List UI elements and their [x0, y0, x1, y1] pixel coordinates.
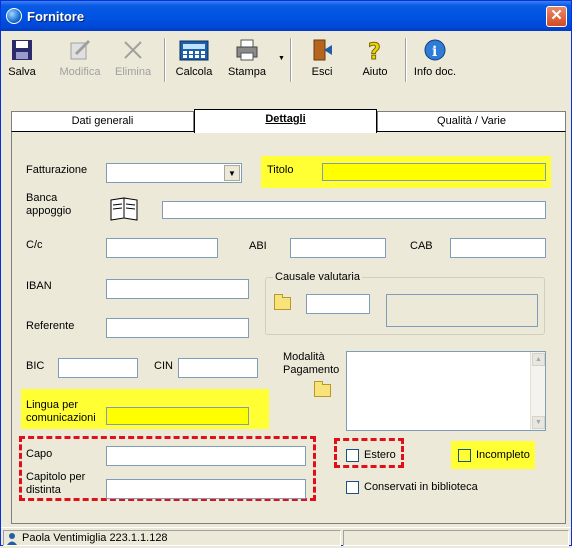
capo-label: Capo — [26, 448, 53, 460]
referente-label: Referente — [26, 320, 75, 332]
stampa-button[interactable]: Stampa — [227, 38, 267, 78]
cc-input[interactable] — [106, 238, 218, 258]
calcola-button[interactable]: Calcola — [174, 38, 214, 78]
toolbar-separator — [290, 38, 292, 82]
status-user-cell: Paola Ventimiglia 223.1.1.128 — [3, 530, 341, 546]
calculator-icon — [179, 38, 209, 62]
tab-qualita-varie[interactable]: Qualità / Varie — [377, 111, 566, 131]
folder-icon[interactable] — [274, 294, 291, 310]
status-empty-cell — [343, 530, 569, 546]
cab-input[interactable] — [450, 238, 546, 258]
tab-dettagli[interactable]: Dettagli — [194, 109, 377, 133]
vertical-scrollbar[interactable]: ▲ ▼ — [530, 352, 545, 430]
app-globe-icon — [6, 8, 22, 24]
elimina-label: Elimina — [115, 66, 152, 78]
incompleto-checkbox[interactable] — [458, 449, 471, 462]
book-icon[interactable] — [109, 196, 139, 221]
scroll-down-icon[interactable]: ▼ — [532, 416, 545, 429]
iban-input[interactable] — [106, 279, 249, 299]
svg-text:i: i — [432, 44, 437, 60]
titolo-label: Titolo — [267, 164, 294, 176]
elimina-button[interactable]: Elimina — [115, 38, 151, 78]
title-bar: Fornitore ✕ — [1, 1, 571, 31]
esci-button[interactable]: Esci — [307, 38, 337, 78]
referente-input[interactable] — [106, 318, 249, 338]
exit-door-icon — [310, 38, 334, 62]
modifica-label: Modifica — [59, 66, 101, 78]
cc-label: C/c — [26, 239, 43, 251]
toolbar-separator — [164, 38, 166, 82]
info-doc-button[interactable]: i Info doc. — [412, 38, 458, 78]
fornitore-window: Fornitore ✕ Salva Modifica Elimina Calco… — [0, 0, 572, 546]
cin-label: CIN — [154, 360, 173, 372]
info-label: Info doc. — [413, 66, 457, 78]
aiuto-label: Aiuto — [362, 66, 388, 78]
stampa-label: Stampa — [228, 66, 266, 78]
printer-icon — [235, 38, 259, 62]
salva-label: Salva — [8, 66, 36, 78]
toolbar: Salva Modifica Elimina Calcola Stampa ▼ … — [1, 32, 571, 92]
iban-label: IBAN — [26, 280, 52, 292]
floppy-disk-icon — [10, 38, 34, 62]
conservati-checkbox[interactable] — [346, 481, 359, 494]
modifica-button[interactable]: Modifica — [58, 38, 102, 78]
incompleto-label: Incompleto — [476, 449, 530, 461]
scroll-up-icon[interactable]: ▲ — [532, 353, 545, 366]
cin-input[interactable] — [178, 358, 258, 378]
causale-code-input[interactable] — [306, 294, 370, 314]
capitolo-label: Capitolo per distinta — [26, 471, 86, 496]
conservati-label: Conservati in biblioteca — [364, 481, 478, 493]
esci-label: Esci — [311, 66, 333, 78]
stampa-dropdown-arrow-icon[interactable]: ▼ — [278, 55, 285, 62]
svg-text:?: ? — [368, 40, 381, 62]
causale-description-field — [386, 294, 538, 327]
tab-dati-generali[interactable]: Dati generali — [11, 111, 194, 131]
banca-appoggio-label: Banca appoggio — [26, 192, 72, 217]
chevron-down-icon[interactable]: ▼ — [224, 165, 240, 181]
delete-x-icon — [121, 38, 145, 62]
estero-label: Estero — [364, 449, 396, 461]
tab-dettagli-label: Dettagli — [265, 113, 306, 125]
salva-button[interactable]: Salva — [7, 38, 37, 78]
bic-label: BIC — [26, 360, 45, 372]
titolo-input[interactable] — [322, 163, 546, 181]
causale-valutaria-title: Causale valutaria — [273, 271, 362, 284]
bic-input[interactable] — [58, 358, 138, 378]
status-user-text: Paola Ventimiglia 223.1.1.128 — [22, 532, 168, 544]
info-icon: i — [423, 38, 447, 62]
window-title: Fornitore — [27, 9, 85, 24]
lingua-label: Lingua per comunicazioni — [26, 399, 96, 424]
edit-document-icon — [68, 38, 92, 62]
lingua-input[interactable] — [106, 407, 249, 425]
help-question-icon: ? — [363, 38, 387, 66]
calcola-label: Calcola — [175, 66, 213, 78]
toolbar-separator — [405, 38, 407, 82]
cab-label: CAB — [410, 240, 433, 252]
abi-label: ABI — [249, 240, 267, 252]
status-bar: Paola Ventimiglia 223.1.1.128 — [1, 527, 571, 546]
estero-checkbox[interactable] — [346, 449, 359, 462]
capo-input[interactable] — [106, 446, 306, 466]
abi-input[interactable] — [290, 238, 386, 258]
capitolo-input[interactable] — [106, 479, 306, 499]
modalita-pagamento-label: Modalità Pagamento — [283, 351, 340, 376]
modalita-pagamento-textarea[interactable]: ▲ ▼ — [346, 351, 546, 431]
fatturazione-label: Fatturazione — [26, 164, 88, 176]
fatturazione-combo[interactable]: ▼ — [106, 163, 242, 183]
banca-appoggio-input[interactable] — [162, 201, 546, 219]
close-button[interactable]: ✕ — [546, 6, 567, 27]
folder-icon[interactable] — [314, 381, 331, 397]
aiuto-button[interactable]: ? Aiuto — [358, 38, 392, 79]
